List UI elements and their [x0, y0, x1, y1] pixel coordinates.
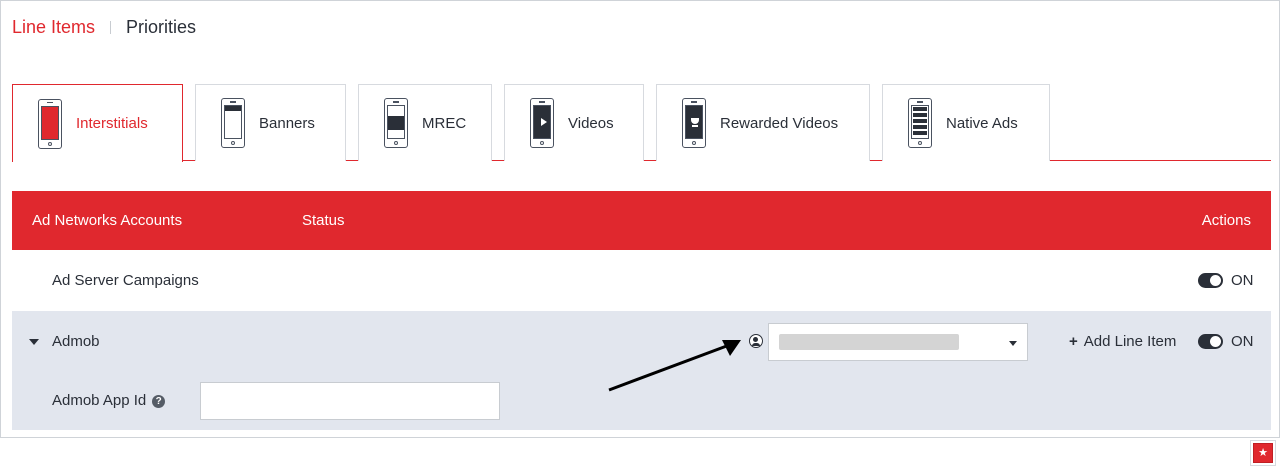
banner-phone-icon — [221, 98, 245, 148]
app-id-label-text: Admob App Id — [52, 392, 147, 409]
toggle-knob — [1210, 336, 1221, 347]
header-status: Status — [302, 212, 345, 229]
ad-format-tabs: Interstitials Banners MREC Videos Reward… — [12, 84, 1271, 162]
nav-divider — [110, 20, 112, 34]
help-icon[interactable]: ? — [152, 395, 166, 408]
app-id-label: Admob App Id? — [52, 392, 166, 409]
table-header: Ad Networks Accounts Status Actions — [12, 191, 1271, 250]
interstitial-phone-icon — [38, 98, 62, 149]
tab-label: Rewarded Videos — [720, 114, 839, 132]
row-name: Ad Server Campaigns — [52, 272, 199, 289]
tab-mrec[interactable]: MREC — [358, 84, 492, 161]
redacted-account-value — [779, 334, 959, 350]
tab-label: Interstitials — [76, 115, 148, 132]
header-accounts: Ad Networks Accounts — [32, 212, 183, 229]
toggle-knob — [1210, 275, 1221, 286]
header-actions: Actions — [1201, 212, 1251, 229]
add-line-item-label: Add Line Item — [1083, 333, 1177, 350]
row-name: Admob — [52, 333, 100, 350]
tab-label: MREC — [422, 114, 467, 132]
tab-videos[interactable]: Videos — [504, 84, 644, 161]
corner-widget: ★ — [1250, 440, 1276, 466]
tab-label: Banners — [259, 114, 315, 132]
mrec-phone-icon — [384, 98, 408, 148]
add-line-item-button[interactable]: + Add Line Item — [1069, 333, 1176, 350]
tab-label: Native Ads — [946, 114, 1018, 132]
rewarded-video-phone-icon — [682, 98, 706, 148]
native-ads-phone-icon — [908, 98, 932, 148]
annotation-arrow-icon — [608, 340, 741, 392]
nav-priorities[interactable]: Priorities — [126, 15, 196, 39]
tab-interstitials[interactable]: Interstitials — [12, 84, 183, 162]
video-phone-icon — [530, 98, 554, 148]
tab-rewarded-videos[interactable]: Rewarded Videos — [656, 84, 870, 161]
top-navigation: Line Items Priorities — [12, 15, 196, 39]
toggle-state-label: ON — [1231, 272, 1254, 289]
ad-server-toggle[interactable] — [1198, 273, 1223, 288]
tab-label: Videos — [568, 114, 614, 132]
star-badge-icon[interactable]: ★ — [1253, 443, 1273, 463]
admob-toggle[interactable] — [1198, 334, 1223, 349]
nav-line-items[interactable]: Line Items — [12, 15, 95, 39]
collapse-caret-icon[interactable] — [29, 339, 39, 345]
tab-banners[interactable]: Banners — [195, 84, 346, 161]
account-select[interactable] — [768, 323, 1028, 361]
plus-icon: + — [1069, 333, 1078, 350]
table-row: Ad Server Campaigns ON — [12, 250, 1271, 311]
tab-native-ads[interactable]: Native Ads — [882, 84, 1050, 161]
admob-app-id-input[interactable] — [200, 382, 500, 420]
toggle-state-label: ON — [1231, 333, 1254, 350]
chevron-down-icon — [1009, 341, 1017, 346]
